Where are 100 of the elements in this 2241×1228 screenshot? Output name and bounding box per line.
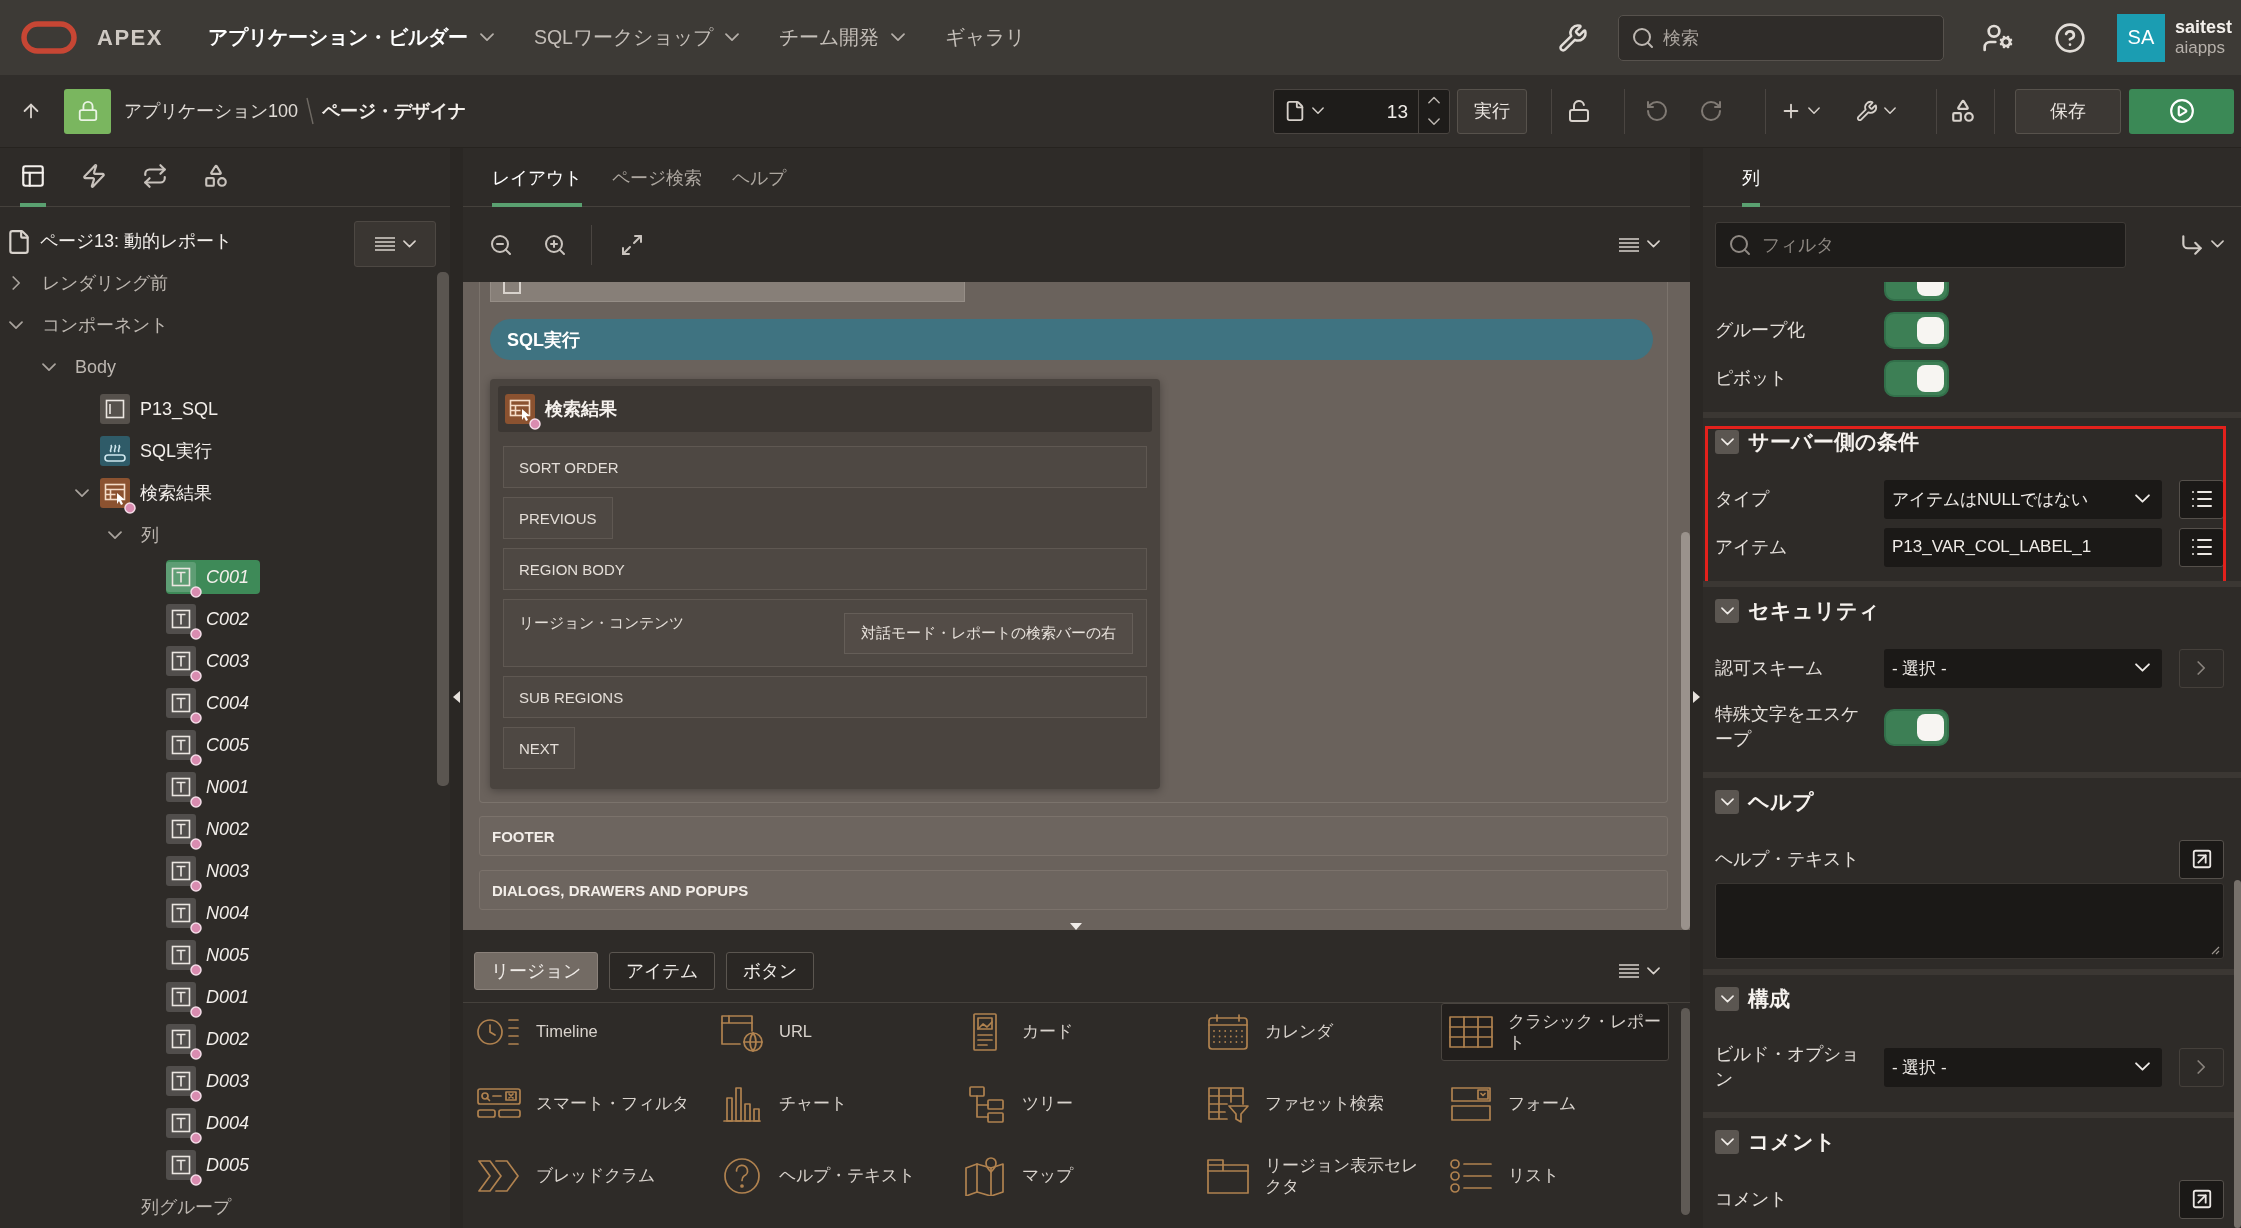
- region-card[interactable]: 検索結果 SORT ORDER PREVIOUS REGION BODY リージョン・コンテンツ 対話モード・レポートの検索バーの右 SUB REGIONS NEXT: [490, 379, 1160, 789]
- gallery-tab[interactable]: ボタン: [726, 952, 814, 990]
- drop-slot[interactable]: リージョン・コンテンツ 対話モード・レポートの検索バーの右: [503, 599, 1147, 667]
- unlock-icon[interactable]: [1567, 99, 1591, 123]
- gallery-item[interactable]: マップ: [955, 1147, 1183, 1205]
- lock-button[interactable]: [64, 88, 111, 134]
- select-field[interactable]: アイテムはNULLではない: [1884, 479, 2162, 519]
- chevron-right-icon[interactable]: [11, 276, 21, 290]
- text-field[interactable]: P13_VAR_COL_LABEL_1: [1884, 527, 2162, 567]
- nav-menu-item[interactable]: ギャラリ: [944, 24, 1025, 51]
- gallery-item[interactable]: Timeline: [469, 1003, 697, 1061]
- tree-node[interactable]: コンポーネント: [40, 308, 179, 342]
- run-page-button[interactable]: [2129, 88, 2234, 134]
- gallery-item[interactable]: カレンダ: [1198, 1003, 1426, 1061]
- expand-icon[interactable]: [620, 232, 644, 257]
- gallery-item[interactable]: ブレッドクラム: [469, 1147, 697, 1205]
- toggle-switch[interactable]: [1884, 359, 1949, 397]
- page-number-field[interactable]: 13: [1330, 89, 1418, 133]
- list-button[interactable]: [2179, 479, 2224, 519]
- tree-node[interactable]: N004: [166, 896, 261, 930]
- drop-slot[interactable]: NEXT: [503, 727, 575, 769]
- page-slot[interactable]: DIALOGS, DRAWERS AND POPUPS: [479, 870, 1668, 910]
- scrollbar[interactable]: [1681, 1008, 1690, 1215]
- zoom-in-icon[interactable]: [543, 232, 567, 257]
- tree-node[interactable]: 列: [139, 518, 170, 552]
- wrench-icon[interactable]: [1557, 22, 1588, 53]
- help-icon[interactable]: [2053, 21, 2086, 54]
- expand-button[interactable]: [2179, 839, 2224, 879]
- tab[interactable]: 列: [1742, 148, 1760, 207]
- gallery-item[interactable]: チャート: [712, 1075, 940, 1133]
- tab[interactable]: ページ検索: [612, 148, 702, 207]
- gallery-item[interactable]: ヘルプ・テキスト: [712, 1147, 940, 1205]
- component-tile[interactable]: 対話モード・レポートの検索バーの右: [844, 612, 1133, 654]
- resize-grip-icon[interactable]: [2210, 945, 2220, 955]
- collapse-button[interactable]: [1715, 790, 1739, 814]
- tree-node[interactable]: Body: [73, 350, 128, 384]
- gallery-item[interactable]: カード: [955, 1003, 1183, 1061]
- zoom-out-icon[interactable]: [489, 232, 513, 257]
- tree-node[interactable]: D005: [166, 1148, 261, 1182]
- nav-menu-item[interactable]: SQLワークショップ: [533, 24, 739, 51]
- scrollbar[interactable]: [2234, 880, 2241, 1228]
- scrollbar[interactable]: [437, 272, 449, 786]
- collapse-button[interactable]: [1715, 987, 1739, 1011]
- select-field[interactable]: - 選択 -: [1884, 648, 2162, 688]
- list-button[interactable]: [2179, 527, 2224, 567]
- tree-node[interactable]: D004: [166, 1106, 261, 1140]
- tab[interactable]: ヘルプ: [732, 148, 786, 207]
- breadcrumb-link[interactable]: アプリケーション100: [124, 99, 299, 123]
- filter-field[interactable]: フィルタ: [1715, 221, 2126, 268]
- collapse-button[interactable]: [1715, 1130, 1739, 1154]
- gallery-item[interactable]: URL: [712, 1003, 940, 1061]
- search-field[interactable]: 検索: [1617, 14, 1944, 61]
- drop-slot[interactable]: PREVIOUS: [503, 497, 613, 539]
- gallery-item[interactable]: フォーム: [1441, 1075, 1669, 1133]
- gallery-tab[interactable]: リージョン: [474, 952, 598, 990]
- gallery-item[interactable]: クラシック・レポート: [1441, 1003, 1669, 1061]
- gallery-tab[interactable]: アイテム: [609, 952, 715, 990]
- toggle-switch[interactable]: [1884, 708, 1949, 746]
- tree-node[interactable]: C003: [166, 644, 261, 678]
- execute-button[interactable]: 実行: [1457, 88, 1527, 134]
- page-item-field[interactable]: [490, 282, 965, 302]
- tree-node[interactable]: N002: [166, 812, 261, 846]
- page-slot[interactable]: FOOTER: [479, 816, 1668, 856]
- tree-node[interactable]: C005: [166, 728, 261, 762]
- gallery-item[interactable]: ファセット検索: [1198, 1075, 1426, 1133]
- tree-node[interactable]: C002: [166, 602, 261, 636]
- chevron-down-icon[interactable]: [75, 488, 89, 498]
- gallery-item[interactable]: リスト: [1441, 1147, 1669, 1205]
- chevron-down-icon[interactable]: [1428, 117, 1440, 126]
- chevron-down-icon[interactable]: [42, 362, 56, 372]
- expand-button[interactable]: [2179, 1179, 2224, 1219]
- menu-button[interactable]: [354, 221, 436, 267]
- tab[interactable]: レイアウト: [492, 148, 582, 207]
- save-button[interactable]: 保存: [2015, 88, 2121, 134]
- nav-menu-item[interactable]: チーム開発: [778, 24, 905, 51]
- toggle-switch[interactable]: [1884, 311, 1949, 349]
- breadcrumb-link[interactable]: ページ・デザイナ: [322, 99, 467, 123]
- collapse-button[interactable]: [1715, 430, 1739, 454]
- tree-node[interactable]: N005: [166, 938, 261, 972]
- nav-menu-item[interactable]: アプリケーション・ビルダー: [207, 24, 494, 51]
- gallery-item[interactable]: リージョン表示セレクタ: [1198, 1147, 1426, 1205]
- tree-node[interactable]: N001: [166, 770, 261, 804]
- tree-node[interactable]: C004: [166, 686, 261, 720]
- collapse-button[interactable]: [1715, 599, 1739, 623]
- gallery-item[interactable]: スマート・フィルタ: [469, 1075, 697, 1133]
- chevron-down-icon[interactable]: [9, 320, 23, 330]
- utilities-menu-button[interactable]: [1856, 100, 1896, 122]
- tree-node[interactable]: レンダリング前: [40, 266, 179, 300]
- caret-right-icon[interactable]: [1693, 691, 1700, 703]
- tree-node[interactable]: 検索結果: [100, 476, 223, 510]
- tree-node[interactable]: D001: [166, 980, 261, 1014]
- tree-node[interactable]: D002: [166, 1022, 261, 1056]
- sql-run-button[interactable]: SQL実行: [490, 319, 1653, 360]
- scrollbar[interactable]: [1681, 532, 1690, 930]
- chevron-up-icon[interactable]: [1428, 96, 1440, 105]
- gallery-item[interactable]: ツリー: [955, 1075, 1183, 1133]
- tree-node[interactable]: P13_SQL: [100, 392, 230, 426]
- tree-node[interactable]: N003: [166, 854, 261, 888]
- tree-node[interactable]: D003: [166, 1064, 261, 1098]
- drop-slot[interactable]: SUB REGIONS: [503, 676, 1147, 718]
